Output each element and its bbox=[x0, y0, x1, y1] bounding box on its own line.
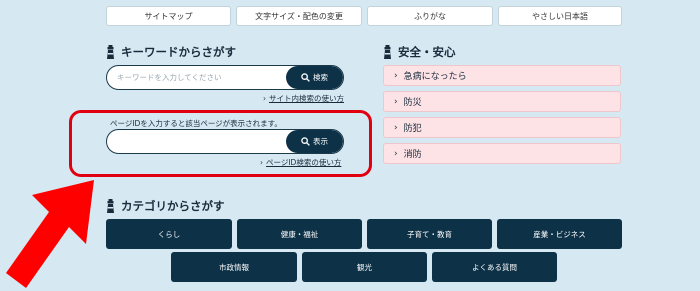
top-link-furigana[interactable]: ふりがな bbox=[367, 6, 493, 26]
keyword-search-title: キーワードからさがす bbox=[106, 44, 236, 60]
keyword-search-title-text: キーワードからさがす bbox=[121, 45, 236, 59]
chevron-right-icon: › bbox=[394, 96, 398, 107]
chevron-right-icon: › bbox=[394, 122, 398, 133]
safety-item-label: 防犯 bbox=[403, 124, 422, 134]
highlight-box bbox=[69, 110, 372, 177]
safety-item-label: 防災 bbox=[403, 98, 422, 108]
top-link-easy-japanese[interactable]: やさしい日本語 bbox=[498, 6, 622, 26]
category-faq[interactable]: よくある質問 bbox=[432, 252, 557, 282]
chevron-right-icon: › bbox=[263, 94, 266, 103]
safety-item-fire[interactable]: › 消防 bbox=[383, 143, 621, 164]
keyword-search-box: 検索 bbox=[106, 65, 344, 90]
lighthouse-icon bbox=[107, 199, 114, 213]
category-title: カテゴリからさがす bbox=[106, 198, 225, 214]
lighthouse-icon bbox=[384, 45, 391, 59]
safety-item-disaster[interactable]: › 防災 bbox=[383, 91, 621, 112]
keyword-search-button-label: 検索 bbox=[313, 73, 328, 82]
red-arrow-icon bbox=[6, 180, 94, 288]
category-tourism[interactable]: 観光 bbox=[302, 252, 427, 282]
safety-item-crime-prevention[interactable]: › 防犯 bbox=[383, 117, 621, 138]
lighthouse-icon bbox=[107, 45, 114, 59]
chevron-right-icon: › bbox=[394, 148, 398, 159]
category-industry-business[interactable]: 産業・ビジネス bbox=[497, 219, 622, 249]
safety-title-text: 安全・安心 bbox=[398, 45, 456, 59]
safety-title: 安全・安心 bbox=[383, 44, 456, 60]
site-search-help-link-text: サイト内検索の使い方 bbox=[269, 94, 344, 103]
category-health-welfare[interactable]: 健康・福祉 bbox=[237, 219, 362, 249]
site-search-help-link[interactable]: › サイト内検索の使い方 bbox=[263, 93, 344, 104]
keyword-search-button[interactable]: 検索 bbox=[286, 66, 343, 89]
safety-item-emergency[interactable]: › 急病になったら bbox=[383, 65, 621, 86]
chevron-right-icon: › bbox=[394, 70, 398, 81]
safety-item-label: 急病になったら bbox=[403, 72, 467, 82]
safety-item-label: 消防 bbox=[403, 150, 422, 160]
category-living[interactable]: くらし bbox=[106, 219, 232, 249]
top-link-text-size-color[interactable]: 文字サイズ・配色の変更 bbox=[236, 6, 362, 26]
magnifier-icon bbox=[301, 73, 310, 82]
category-childcare-education[interactable]: 子育て・教育 bbox=[367, 219, 492, 249]
category-title-text: カテゴリからさがす bbox=[121, 199, 225, 213]
top-link-sitemap[interactable]: サイトマップ bbox=[106, 6, 231, 26]
keyword-search-input[interactable] bbox=[107, 66, 287, 89]
category-city-info[interactable]: 市政情報 bbox=[171, 252, 297, 282]
